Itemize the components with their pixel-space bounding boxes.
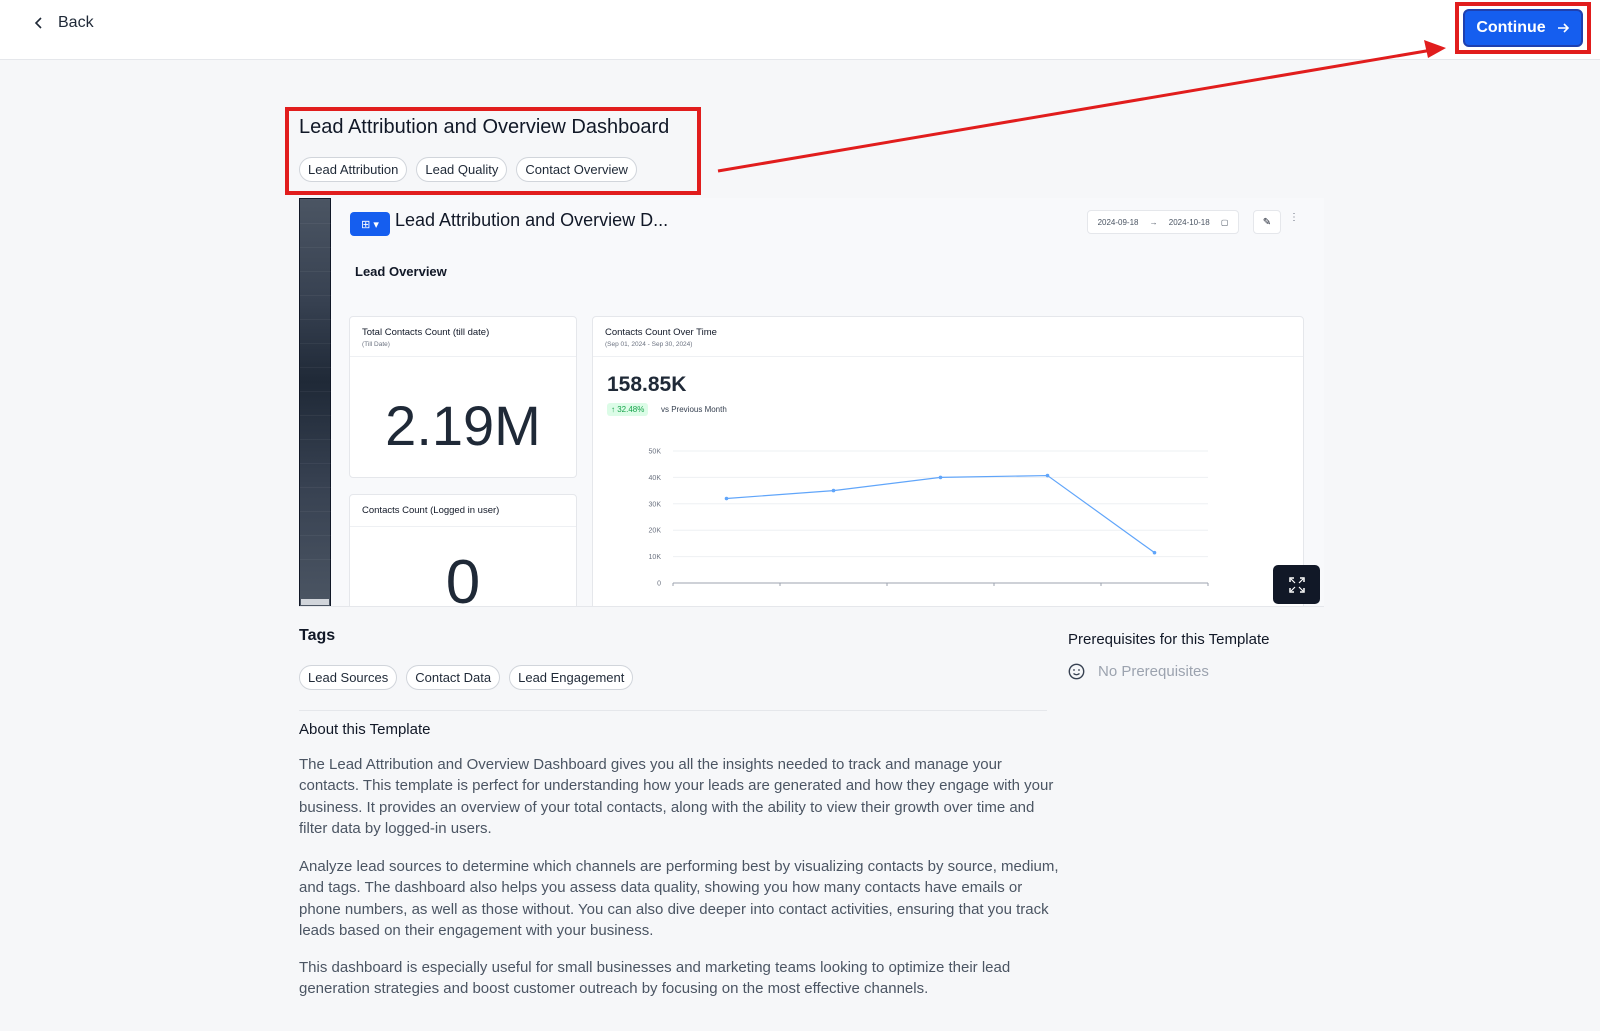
- dashboard-preview: ⊞ ▾ Lead Attribution and Overview D... 2…: [299, 198, 1324, 607]
- template-title: Lead Attribution and Overview Dashboard: [299, 116, 670, 138]
- dashboard-switcher-icon: ⊞ ▾: [350, 212, 390, 236]
- card-subtitle: (Till Date): [362, 341, 390, 348]
- arrow-right-icon: [1557, 23, 1569, 33]
- more-vertical-icon: ⋮: [1289, 212, 1299, 223]
- expand-preview-button[interactable]: [1273, 565, 1320, 604]
- contacts-over-time-card: Contacts Count Over Time (Sep 01, 2024 -…: [592, 316, 1304, 606]
- series-line: [726, 474, 1155, 554]
- y-tick-label: 0: [657, 581, 661, 588]
- data-point: [1152, 550, 1157, 555]
- change-badge: ↑ 32.48%: [607, 403, 649, 416]
- expand-icon: [1288, 576, 1305, 593]
- chevron-left-icon: [34, 17, 42, 29]
- tags-heading: Tags: [299, 627, 336, 644]
- data-point: [724, 496, 729, 501]
- smiley-icon: [1068, 663, 1085, 680]
- y-tick-label: 50K: [649, 449, 662, 456]
- pencil-icon: ✎: [1253, 210, 1281, 234]
- chart-total-value: 158.85K: [607, 373, 687, 396]
- continue-button[interactable]: Continue: [1463, 9, 1583, 47]
- category-chips: Lead Attribution Lead Quality Contact Ov…: [299, 157, 637, 182]
- tag-chip: Contact Data: [406, 665, 501, 690]
- preview-sidebar: [299, 198, 332, 606]
- data-point: [938, 475, 943, 480]
- change-label: vs Previous Month: [661, 405, 727, 414]
- back-label: Back: [58, 14, 94, 31]
- about-paragraph: The Lead Attribution and Overview Dashbo…: [299, 756, 1054, 837]
- continue-label: Continue: [1476, 19, 1546, 36]
- card-value: 2.19M: [385, 394, 541, 457]
- prerequisites-status: No Prerequisites: [1068, 663, 1209, 680]
- tag-chips: Lead Sources Contact Data Lead Engagemen…: [299, 665, 634, 690]
- preview-dashboard-title: Lead Attribution and Overview D...: [395, 210, 669, 230]
- tag-chip: Lead Engagement: [509, 665, 634, 690]
- tag-chip: Lead Sources: [299, 665, 398, 690]
- back-button[interactable]: Back: [32, 14, 94, 32]
- preview-section-title: Lead Overview: [355, 264, 447, 279]
- about-heading: About this Template: [299, 721, 431, 738]
- date-from: 2024-09-18: [1097, 217, 1139, 227]
- about-paragraph: Analyze lead sources to determine which …: [299, 858, 1059, 939]
- category-chip: Lead Attribution: [299, 157, 408, 182]
- card-title: Contacts Count (Logged in user): [362, 505, 500, 516]
- category-chip: Contact Overview: [516, 157, 637, 182]
- total-contacts-card: Total Contacts Count (till date) (Till D…: [349, 316, 577, 478]
- prerequisites-heading: Prerequisites for this Template: [1068, 631, 1270, 648]
- y-tick-label: 40K: [649, 475, 662, 482]
- logged-contacts-card: Contacts Count (Logged in user) 0: [349, 494, 577, 607]
- no-prerequisites-label: No Prerequisites: [1098, 663, 1209, 680]
- card-title: Total Contacts Count (till date): [362, 327, 490, 338]
- card-subtitle: (Sep 01, 2024 - Sep 30, 2024): [605, 341, 693, 348]
- calendar-icon: ▢: [1220, 217, 1229, 227]
- top-bar: Back Continue: [0, 0, 1600, 60]
- divider: [299, 710, 1047, 711]
- date-to: 2024-10-18: [1168, 217, 1210, 227]
- y-tick-label: 10K: [649, 554, 662, 561]
- data-point: [1045, 473, 1050, 478]
- arrow-right-icon: →: [1149, 217, 1158, 227]
- preview-date-range: 2024-09-18 → 2024-10-18 ▢: [1087, 210, 1239, 234]
- category-chip: Lead Quality: [416, 157, 508, 182]
- y-tick-label: 20K: [649, 528, 662, 535]
- data-point: [831, 488, 836, 493]
- line-chart: 50K 40K 30K 20K 10K 0: [649, 449, 1209, 588]
- card-value: 0: [445, 548, 481, 607]
- y-tick-label: 30K: [649, 501, 662, 508]
- about-paragraph: This dashboard is especially useful for …: [299, 959, 1011, 998]
- card-title: Contacts Count Over Time: [605, 327, 717, 338]
